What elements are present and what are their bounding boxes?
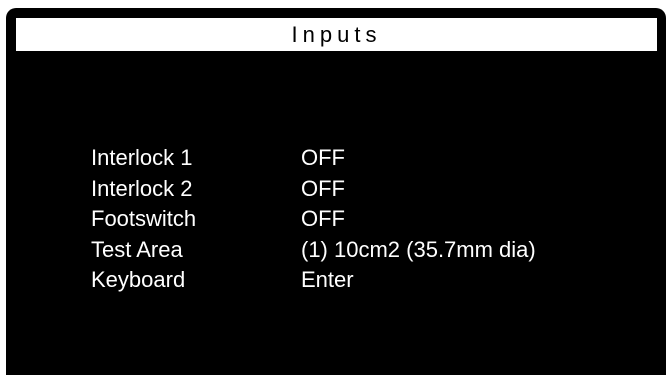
input-value: OFF [301,145,345,170]
input-value: (1) 10cm2 (35.7mm dia) [301,236,536,262]
input-row-keyboard: Keyboard Enter [91,265,631,296]
input-label: Keyboard [91,267,186,292]
input-row-interlock-1: Interlock 1 OFF [91,143,631,174]
input-label: Test Area [91,236,183,262]
input-label: Footswitch [91,206,197,231]
input-row-interlock-2: Interlock 2 OFF [91,174,631,205]
inputs-list: Interlock 1 OFF Interlock 2 OFF Footswit… [91,143,631,296]
input-row-test-area: Test Area (1) 10cm2 (35.7mm dia) [91,235,631,266]
input-row-footswitch: Footswitch OFF [91,204,631,235]
input-label: Interlock 2 [91,175,193,201]
input-value: OFF [301,206,345,231]
inputs-screen: Inputs Interlock 1 OFF Interlock 2 OFF F… [6,8,666,375]
input-value: OFF [301,175,345,201]
input-label: Interlock 1 [91,145,193,170]
screen-title: Inputs [16,18,657,51]
input-value: Enter [301,267,354,292]
